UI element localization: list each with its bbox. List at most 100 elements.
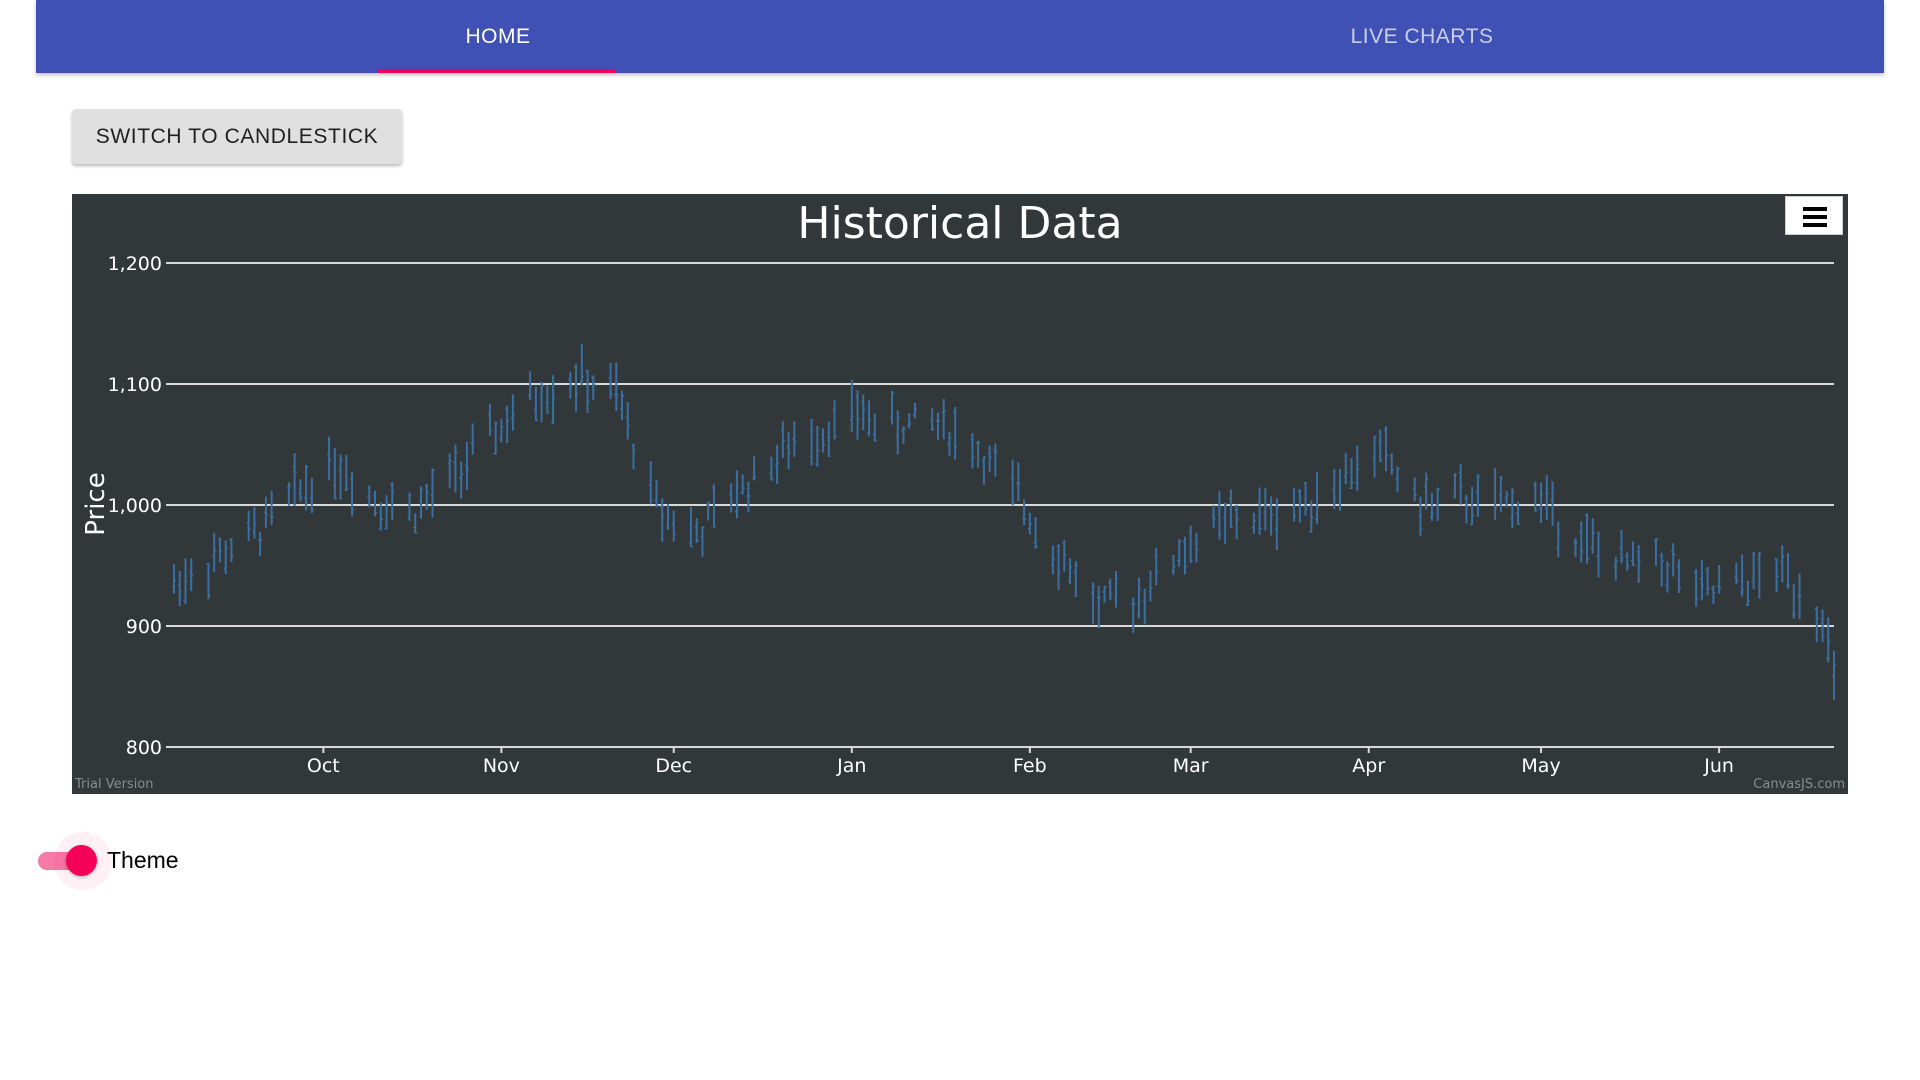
ohlc-bar [746,481,751,513]
ohlc-bar [740,474,745,495]
tab-home[interactable]: HOME [36,0,960,73]
ohlc-bar [1315,472,1320,524]
ohlc-bar [1096,586,1101,629]
ohlc-bar [528,371,533,400]
ohlc-bar [212,532,217,573]
ohlc-bar [413,513,418,534]
x-tick-label: Jan [836,755,866,777]
ohlc-bar [849,379,854,432]
x-tick-label: Apr [1352,755,1385,777]
chart-menu-button[interactable] [1785,196,1843,235]
ohlc-bar [1665,561,1670,593]
theme-switch[interactable] [66,845,97,876]
ohlc-bar [1114,571,1119,608]
ohlc-bar [1062,540,1067,572]
ohlc-bar [1757,552,1762,599]
ohlc-bar [1619,529,1624,564]
canvasjs-credit-link[interactable]: CanvasJS.com [1753,777,1845,792]
hamburger-icon-line [1803,223,1827,227]
ohlc-bar [826,421,831,457]
ohlc-bar [332,448,337,500]
ohlc-bar [930,408,935,431]
ohlc-bar [304,464,309,511]
ohlc-bar [1590,518,1595,554]
ohlc-bar [1274,498,1279,550]
ohlc-bar [373,490,378,517]
ohlc-bar [1814,606,1819,643]
ohlc-bar [327,436,332,481]
ohlc-bar [1613,556,1618,581]
ohlc-bar [671,510,676,542]
ohlc-bar [688,506,693,548]
ohlc-bar [1694,569,1699,607]
ohlc-bar [172,564,176,594]
ohlc-bar [1475,474,1480,517]
ohlc-bar [1412,477,1417,502]
ohlc-bar [889,391,894,425]
ohlc-bar [953,407,958,460]
ohlc-bar [901,426,906,444]
ohlc-bar [993,443,998,477]
ohlc-bar [1154,547,1159,586]
ohlc-bar [769,456,774,481]
ohlc-bar [1705,567,1710,596]
ohlc-bar [895,410,900,455]
ohlc-bar [430,468,435,518]
ohlc-bar [625,401,630,440]
ohlc-bar [1211,505,1216,528]
ohlc-bar [734,470,739,519]
app-bar: HOME LIVE CHARTS [36,0,1884,73]
switch-to-candlestick-button[interactable]: SWITCH TO CANDLESTICK [72,109,402,164]
tab-live-charts[interactable]: LIVE CHARTS [960,0,1884,73]
ohlc-bar [378,502,383,531]
ohlc-bar [1452,473,1457,499]
ohlc-bar [1102,585,1107,603]
ohlc-bar [1217,491,1222,540]
ohlc-bar [459,461,464,499]
ohlc-bar [1142,588,1147,625]
ohlc-bar [861,394,866,431]
ohlc-bar [539,381,544,423]
hamburger-icon-line [1803,215,1827,219]
ohlc-bar [1786,552,1791,589]
ohlc-bar [1108,578,1113,601]
ohlc-bar [1091,582,1096,624]
ohlc-bar [309,477,314,514]
ohlc-bar [1717,564,1722,594]
ohlc-bar [1630,541,1635,567]
x-tick-label: Jun [1703,755,1734,777]
ohlc-bar [1464,494,1469,524]
ohlc-bar [752,456,757,481]
y-tick-label: 1,000 [108,495,162,517]
ohlc-bar [608,363,613,400]
ohlc-bar [505,405,510,444]
ohlc-bar [1372,435,1377,478]
ohlc-bar [447,453,452,488]
ohlc-bar [1194,532,1199,563]
ohlc-bar [700,526,705,557]
chart-canvas: Historical Data Price Trial Version Canv… [74,198,1845,792]
ohlc-bar [1148,570,1153,602]
ohlc-bar [729,483,734,513]
ohlc-bar [1791,583,1796,619]
ohlc-bar [493,421,498,455]
ohlc-bar [821,428,826,453]
ohlc-bar [809,418,814,466]
ohlc-bar [1269,496,1274,536]
ohlc-bar [177,571,182,607]
ohlc-bar [631,443,636,470]
ohlc-bar [912,402,917,419]
ohlc-bar [1418,496,1423,536]
hamburger-icon [1803,207,1827,211]
x-tick-label: Dec [655,755,692,777]
ohlc-bar [350,471,355,517]
ohlc-bar [1223,502,1228,544]
ohlc-bar [1136,577,1141,619]
ohlc-bar [229,538,234,563]
ohlc-bar [585,369,590,413]
ohlc-bar [1424,472,1429,510]
ohlc-bar [1395,466,1400,493]
ohlc-bar [1711,585,1716,604]
ohlc-bar [855,390,860,440]
x-tick-label: Mar [1173,755,1209,777]
